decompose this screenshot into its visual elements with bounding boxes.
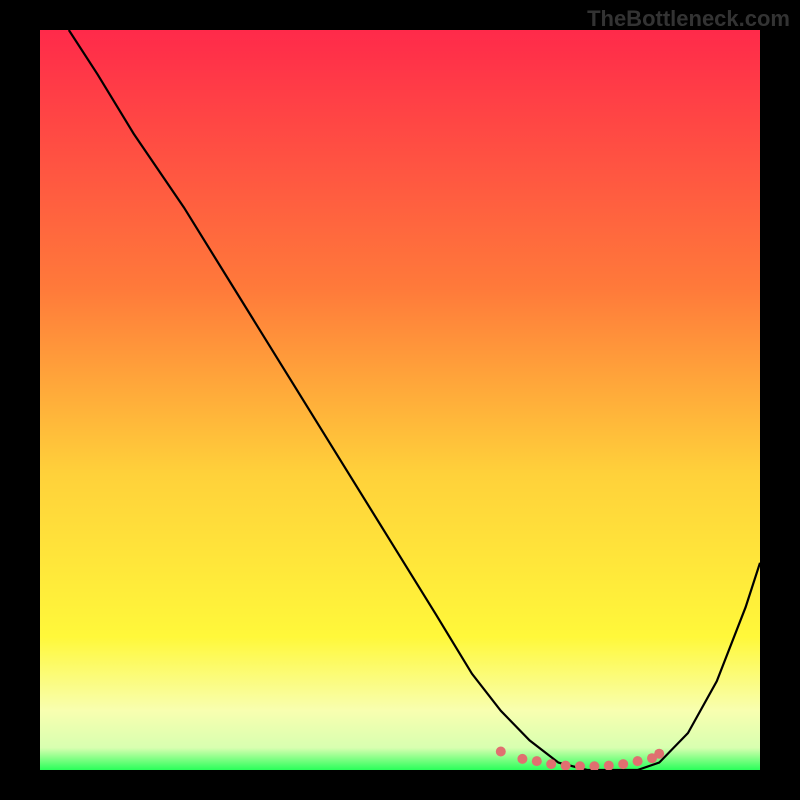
- optimal-marker: [589, 761, 599, 770]
- watermark-text: TheBottleneck.com: [587, 6, 790, 32]
- optimal-marker: [546, 759, 556, 769]
- optimal-marker: [496, 747, 506, 757]
- optimal-marker: [604, 761, 614, 770]
- optimal-marker: [532, 756, 542, 766]
- optimal-markers: [496, 747, 664, 771]
- optimal-marker: [633, 756, 643, 766]
- optimal-marker: [618, 759, 628, 769]
- plot-area: [40, 30, 760, 770]
- optimal-marker: [517, 754, 527, 764]
- bottleneck-curve: [69, 30, 760, 770]
- optimal-marker: [575, 761, 585, 770]
- optimal-marker: [561, 761, 571, 770]
- chart-container: TheBottleneck.com: [0, 0, 800, 800]
- chart-svg: [40, 30, 760, 770]
- optimal-marker: [654, 749, 664, 759]
